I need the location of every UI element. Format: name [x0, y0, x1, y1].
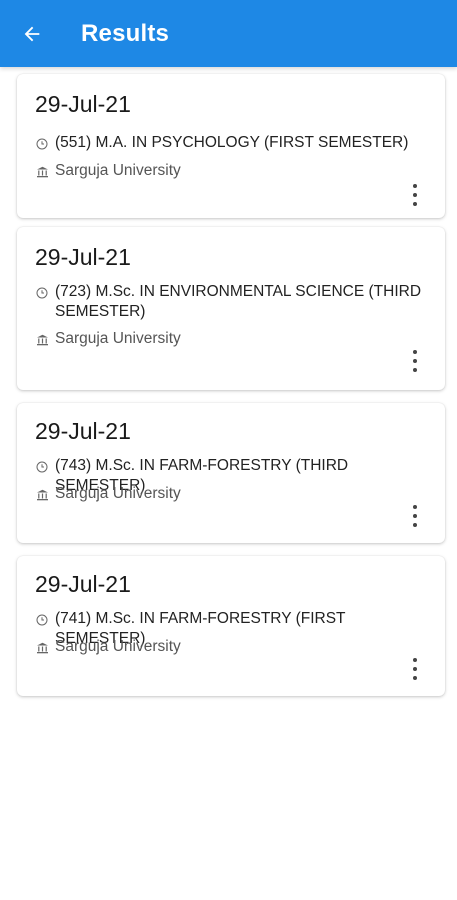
- clock-icon: [35, 286, 49, 300]
- result-card[interactable]: 29-Jul-21 (743) M.Sc. IN FARM-FORESTRY (…: [17, 403, 445, 543]
- institution-icon: [35, 165, 49, 179]
- institution-icon: [35, 333, 49, 347]
- more-vertical-icon[interactable]: [405, 656, 425, 682]
- result-date: 29-Jul-21: [35, 91, 131, 117]
- app-bar: Results: [0, 0, 457, 67]
- more-vertical-icon[interactable]: [405, 182, 425, 208]
- back-button[interactable]: [0, 0, 64, 67]
- result-university: Sarguja University: [55, 162, 181, 179]
- institution-icon: [35, 488, 49, 502]
- result-date: 29-Jul-21: [35, 418, 131, 444]
- result-date: 29-Jul-21: [35, 571, 131, 597]
- clock-icon: [35, 613, 49, 627]
- clock-icon: [35, 137, 49, 151]
- result-course: (551) M.A. IN PSYCHOLOGY (FIRST SEMESTER…: [55, 134, 409, 151]
- more-vertical-icon[interactable]: [405, 503, 425, 529]
- result-university: Sarguja University: [55, 638, 181, 655]
- result-card[interactable]: 29-Jul-21 (741) M.Sc. IN FARM-FORESTRY (…: [17, 556, 445, 696]
- arrow-left-icon: [24, 26, 40, 41]
- result-card[interactable]: 29-Jul-21 (551) M.A. IN PSYCHOLOGY (FIRS…: [17, 74, 445, 218]
- institution-icon: [35, 641, 49, 655]
- more-vertical-icon[interactable]: [405, 348, 425, 374]
- result-course: (723) M.Sc. IN ENVIRONMENTAL SCIENCE (TH…: [55, 283, 422, 320]
- clock-icon: [35, 460, 49, 474]
- result-university: Sarguja University: [55, 330, 181, 347]
- result-card[interactable]: 29-Jul-21 (723) M.Sc. IN ENVIRONMENTAL S…: [17, 227, 445, 390]
- result-date: 29-Jul-21: [35, 244, 131, 270]
- result-university: Sarguja University: [55, 485, 181, 502]
- page-title: Results: [81, 19, 170, 47]
